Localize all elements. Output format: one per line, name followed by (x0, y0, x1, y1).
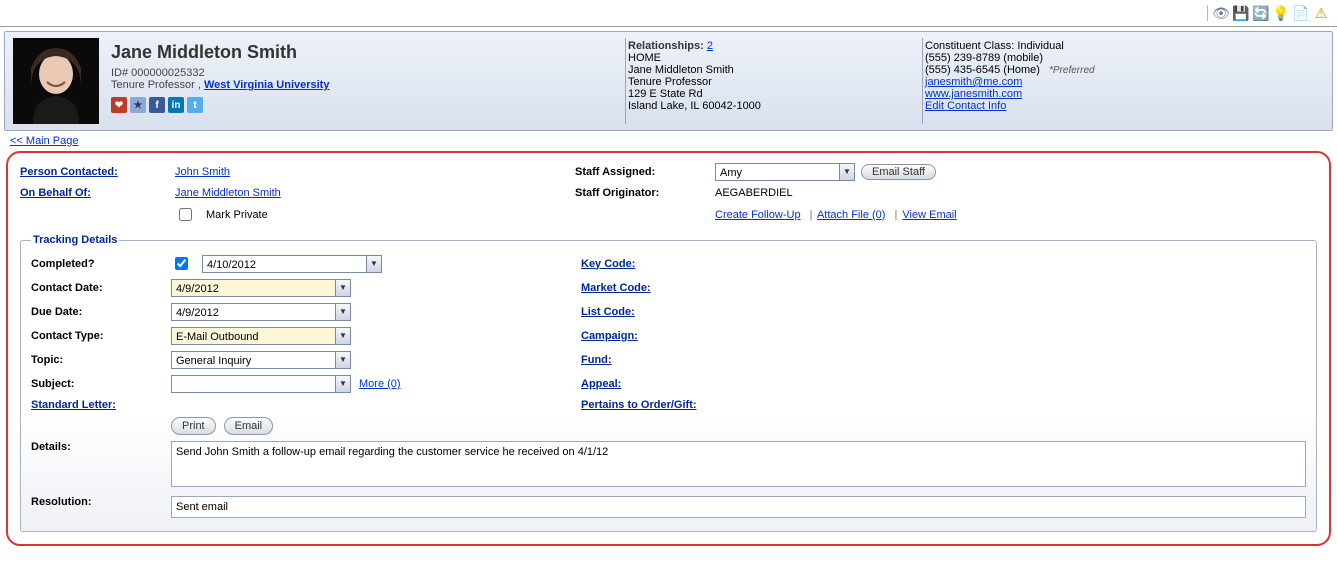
staff-originator-value: AEGABERDIEL (715, 187, 1317, 199)
more-link[interactable]: More (0) (359, 378, 401, 390)
email-button[interactable]: Email (224, 417, 274, 435)
topic-label: Topic: (31, 354, 171, 366)
action-links: Create Follow-Up | Attach File (0) | Vie… (715, 209, 1317, 221)
list-code-label[interactable]: List Code: (581, 306, 635, 318)
subject-label: Subject: (31, 378, 171, 390)
person-contacted-label[interactable]: Person Contacted: (20, 166, 118, 178)
pertains-label[interactable]: Pertains to Order/Gift: (581, 399, 697, 411)
staff-assigned-value: Amy (720, 167, 742, 179)
completed-date-select[interactable]: 4/10/2012 ▼ (202, 255, 382, 273)
email-link[interactable]: janesmith@me.com (925, 76, 1022, 88)
contact-type-select[interactable]: E-Mail Outbound ▼ (171, 327, 351, 345)
chevron-down-icon: ▼ (366, 256, 381, 272)
rel-title-text: Tenure Professor (628, 76, 908, 88)
mark-private-label: Mark Private (206, 209, 268, 221)
relationships-label: Relationships: 2 (628, 40, 908, 52)
completed-date-value: 4/10/2012 (207, 259, 256, 271)
due-date-label: Due Date: (31, 306, 171, 318)
org-link[interactable]: West Virginia University (204, 79, 330, 91)
contact-type-value: E-Mail Outbound (176, 331, 259, 343)
staff-assigned-label: Staff Assigned: (575, 166, 715, 178)
role-text: Tenure Professor , (111, 79, 204, 91)
phone-home-row: (555) 435-6545 (Home) *Preferred (925, 64, 1312, 76)
report-icon[interactable]: 📄 (1293, 5, 1309, 21)
create-followup-link[interactable]: Create Follow-Up (715, 209, 801, 221)
facebook-icon[interactable]: f (149, 97, 165, 113)
resolution-textarea[interactable] (171, 496, 1306, 518)
linkedin-icon[interactable]: in (168, 97, 184, 113)
eye-icon[interactable]: 👁 (1213, 5, 1229, 21)
twitter-icon[interactable]: t (187, 97, 203, 113)
rel-addr1: 129 E State Rd (628, 88, 908, 100)
social-icons: ❤ ★ f in t (111, 97, 611, 113)
contact-date-value: 4/9/2012 (176, 283, 219, 295)
phone-home: (555) 435-6545 (Home) (925, 64, 1040, 76)
heart-icon[interactable]: ❤ (111, 97, 127, 113)
refresh-icon[interactable]: 🔄 (1253, 5, 1269, 21)
contact-type-label: Contact Type: (31, 330, 171, 342)
star-icon[interactable]: ★ (130, 97, 146, 113)
topic-value: General Inquiry (176, 355, 251, 367)
tracking-legend: Tracking Details (31, 234, 119, 246)
contact-date-select[interactable]: 4/9/2012 ▼ (171, 279, 351, 297)
rel-name: Jane Middleton Smith (628, 64, 908, 76)
appeal-label[interactable]: Appeal: (581, 378, 621, 390)
topic-select[interactable]: General Inquiry ▼ (171, 351, 351, 369)
chevron-down-icon: ▼ (335, 352, 350, 368)
constituent-role: Tenure Professor , West Virginia Univers… (111, 79, 611, 91)
constituent-id: ID# 000000025332 (111, 67, 611, 79)
tracking-form: Person Contacted: John Smith Staff Assig… (6, 151, 1331, 546)
standard-letter-label[interactable]: Standard Letter: (31, 399, 116, 411)
constituent-class: Constituent Class: Individual (925, 40, 1312, 52)
fund-label[interactable]: Fund: (581, 354, 612, 366)
top-toolbar: 👁 💾 🔄 💡 📄 ⚠ (0, 0, 1337, 27)
chevron-down-icon: ▼ (839, 164, 854, 180)
details-textarea[interactable] (171, 441, 1306, 487)
save-icon[interactable]: 💾 (1233, 5, 1249, 21)
print-button[interactable]: Print (171, 417, 216, 435)
constituent-header: Jane Middleton Smith ID# 000000025332 Te… (4, 31, 1333, 131)
view-email-link[interactable]: View Email (902, 209, 956, 221)
key-code-label[interactable]: Key Code: (581, 258, 635, 270)
preferred-badge: *Preferred (1049, 65, 1095, 76)
campaign-label[interactable]: Campaign: (581, 330, 638, 342)
due-date-value: 4/9/2012 (176, 307, 219, 319)
relationships-label-text: Relationships: (628, 40, 704, 52)
resolution-label: Resolution: (31, 496, 171, 508)
edit-contact-link[interactable]: Edit Contact Info (925, 100, 1006, 112)
on-behalf-label[interactable]: On Behalf Of: (20, 187, 91, 199)
chevron-down-icon: ▼ (335, 328, 350, 344)
website-link[interactable]: www.janesmith.com (925, 88, 1022, 100)
completed-label: Completed? (31, 258, 171, 270)
staff-assigned-select[interactable]: Amy ▼ (715, 163, 855, 181)
on-behalf-value[interactable]: Jane Middleton Smith (175, 187, 281, 199)
due-date-select[interactable]: 4/9/2012 ▼ (171, 303, 351, 321)
relationships-count-link[interactable]: 2 (707, 40, 713, 52)
main-page-link[interactable]: << Main Page (10, 135, 79, 147)
market-code-label[interactable]: Market Code: (581, 282, 651, 294)
chevron-down-icon: ▼ (335, 280, 350, 296)
rel-addr2: Island Lake, IL 60042-1000 (628, 100, 908, 112)
tracking-details-fieldset: Tracking Details Completed? 4/10/2012 ▼ … (20, 234, 1317, 532)
phone-mobile: (555) 239-8789 (mobile) (925, 52, 1312, 64)
warn-icon[interactable]: ⚠ (1313, 5, 1329, 21)
avatar (13, 38, 99, 124)
details-label: Details: (31, 441, 171, 453)
rel-home: HOME (628, 52, 908, 64)
attach-file-link[interactable]: Attach File (0) (817, 209, 885, 221)
person-contacted-value[interactable]: John Smith (175, 166, 230, 178)
chevron-down-icon: ▼ (335, 304, 350, 320)
staff-originator-label: Staff Originator: (575, 187, 715, 199)
email-staff-button[interactable]: Email Staff (861, 164, 936, 180)
bulb-icon[interactable]: 💡 (1273, 5, 1289, 21)
mark-private-checkbox[interactable] (179, 208, 192, 221)
contact-date-label: Contact Date: (31, 282, 171, 294)
constituent-name: Jane Middleton Smith (111, 42, 611, 63)
chevron-down-icon: ▼ (335, 376, 350, 392)
completed-checkbox[interactable] (175, 257, 188, 270)
subject-select[interactable]: ▼ (171, 375, 351, 393)
